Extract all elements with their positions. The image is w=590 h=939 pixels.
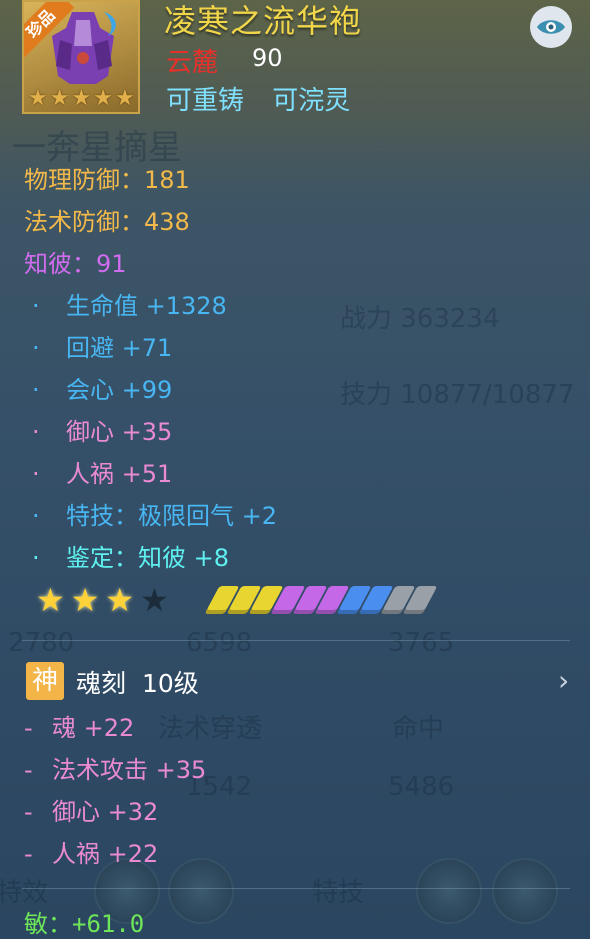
star-icon: ★ [105,581,135,619]
bullet: · [32,502,40,530]
bonus-stat: · 特技：极限回气 +2 [24,496,277,531]
item-tags: 可重铸 可浣灵 [166,86,351,116]
item-school: 云麓 [166,48,219,78]
bonus-stat-text: 回避 +71 [66,334,173,362]
soul-line-text: 人祸 +22 [52,840,159,868]
soul-line-text: 法术攻击 +35 [52,756,207,784]
refine-star-row: ★ ★ ★ ★ [36,584,169,616]
stat-physical-defense: 物理防御：181 [24,160,190,195]
soul-line-text: 魂 +22 [52,714,135,742]
icon-star: ★ [71,86,92,111]
bonus-stat: · 回避 +71 [24,328,172,363]
item-tooltip-panel: 珍品 ★ ★ ★ ★ ★ 凌寒之流华袍 云麓 90 可重铸 可浣灵 物理防御：1… [0,0,590,939]
soul-carving-line: - 法术攻击 +35 [24,750,206,785]
dash: - [24,714,33,742]
star-icon: ★ [70,581,100,619]
dash: - [24,840,33,868]
stat-value: 181 [144,166,190,194]
bonus-stat: · 生命值 +1328 [24,286,227,321]
bullet: · [32,376,40,404]
bonus-stat-text: 人祸 +51 [66,460,173,488]
stat-value: 91 [96,250,127,278]
bullet: · [32,460,40,488]
bullet: · [32,418,40,446]
dash: - [24,798,33,826]
stat-value: 438 [144,208,190,236]
bullet: · [32,544,40,572]
soul-carving-line: - 御心 +32 [24,792,158,827]
bonus-stat-text: 生命值 +1328 [66,292,227,320]
bonus-stat: · 御心 +35 [24,412,172,447]
star-icon: ★ [36,581,65,619]
bonus-stat-text: 特技：极限回气 +2 [66,502,278,530]
soul-line-text: 御心 +32 [52,798,159,826]
stat-label: 法术防御： [24,208,144,236]
bonus-stat: · 人祸 +51 [24,454,172,489]
stat-label: 物理防御： [24,166,144,194]
shen-badge: 神 [26,662,64,700]
eye-icon [537,20,565,34]
icon-star-row: ★ ★ ★ ★ ★ [28,88,135,110]
footer-stat: 敏：+61.0 [24,910,145,938]
item-level: 90 [252,44,283,72]
gem-slot-row [204,586,438,614]
item-name: 凌寒之流华袍 [164,2,363,40]
soul-carving-line: - 人祸 +22 [24,834,158,869]
icon-star: ★ [28,86,48,111]
bullet: · [32,292,40,320]
icon-star: ★ [114,86,135,111]
icon-star: ★ [49,86,70,111]
preview-button[interactable] [530,6,572,48]
icon-star: ★ [93,86,113,111]
soul-carving-title: 魂刻 10级 [76,669,199,698]
stat-label: 知彼： [24,250,96,278]
divider [22,888,570,889]
stat-magic-defense: 法术防御：438 [24,202,190,237]
divider [22,640,570,641]
chevron-right-icon[interactable]: › [558,664,569,697]
star-icon: ★ [140,581,169,619]
dash: - [24,756,33,784]
bonus-stat: · 会心 +99 [24,370,172,405]
bonus-stat-text: 鉴定：知彼 +8 [66,544,230,572]
bonus-stat-text: 御心 +35 [66,418,173,446]
bonus-stat-text: 会心 +99 [66,376,173,404]
item-icon: 珍品 ★ ★ ★ ★ ★ [22,0,140,114]
stat-zhibi: 知彼：91 [24,244,127,279]
bonus-stat: · 鉴定：知彼 +8 [24,538,229,573]
bullet: · [32,334,40,362]
soul-carving-line: -魂 +22 [24,708,134,743]
